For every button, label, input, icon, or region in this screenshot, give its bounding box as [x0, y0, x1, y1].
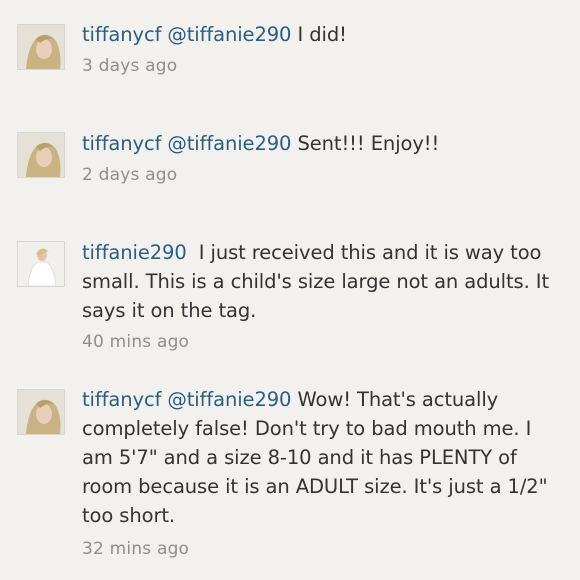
username-link[interactable]: tiffanycf [82, 23, 161, 46]
comment-text: tiffanie290 I just received this and it … [82, 238, 550, 325]
avatar-tiffanycf[interactable] [18, 25, 64, 69]
comment-text: tiffanycf @tiffanie290 I did! [82, 20, 550, 49]
mention-link[interactable]: @tiffanie290 [167, 132, 291, 155]
mention-link[interactable]: @tiffanie290 [167, 388, 291, 411]
avatar-tiffanycf[interactable] [18, 133, 64, 177]
comment-text: tiffanycf @tiffanie290 Wow! That's actual… [82, 385, 550, 530]
comment-timestamp: 3 days ago [82, 56, 178, 76]
avatar-tiffanie290[interactable] [18, 242, 64, 286]
avatar-tiffanycf[interactable] [18, 390, 64, 434]
mention-link[interactable]: @tiffanie290 [167, 23, 291, 46]
username-link[interactable]: tiffanie290 [82, 241, 187, 264]
comment-message: I did! [297, 23, 347, 46]
comment-message: Sent!!! Enjoy!! [297, 132, 440, 155]
comment-timestamp: 32 mins ago [82, 539, 190, 559]
username-link[interactable]: tiffanycf [82, 132, 161, 155]
comment-text: tiffanycf @tiffanie290 Sent!!! Enjoy!! [82, 129, 550, 158]
comment-timestamp: 2 days ago [82, 165, 178, 185]
username-link[interactable]: tiffanycf [82, 388, 161, 411]
comment-timestamp: 40 mins ago [82, 332, 190, 352]
